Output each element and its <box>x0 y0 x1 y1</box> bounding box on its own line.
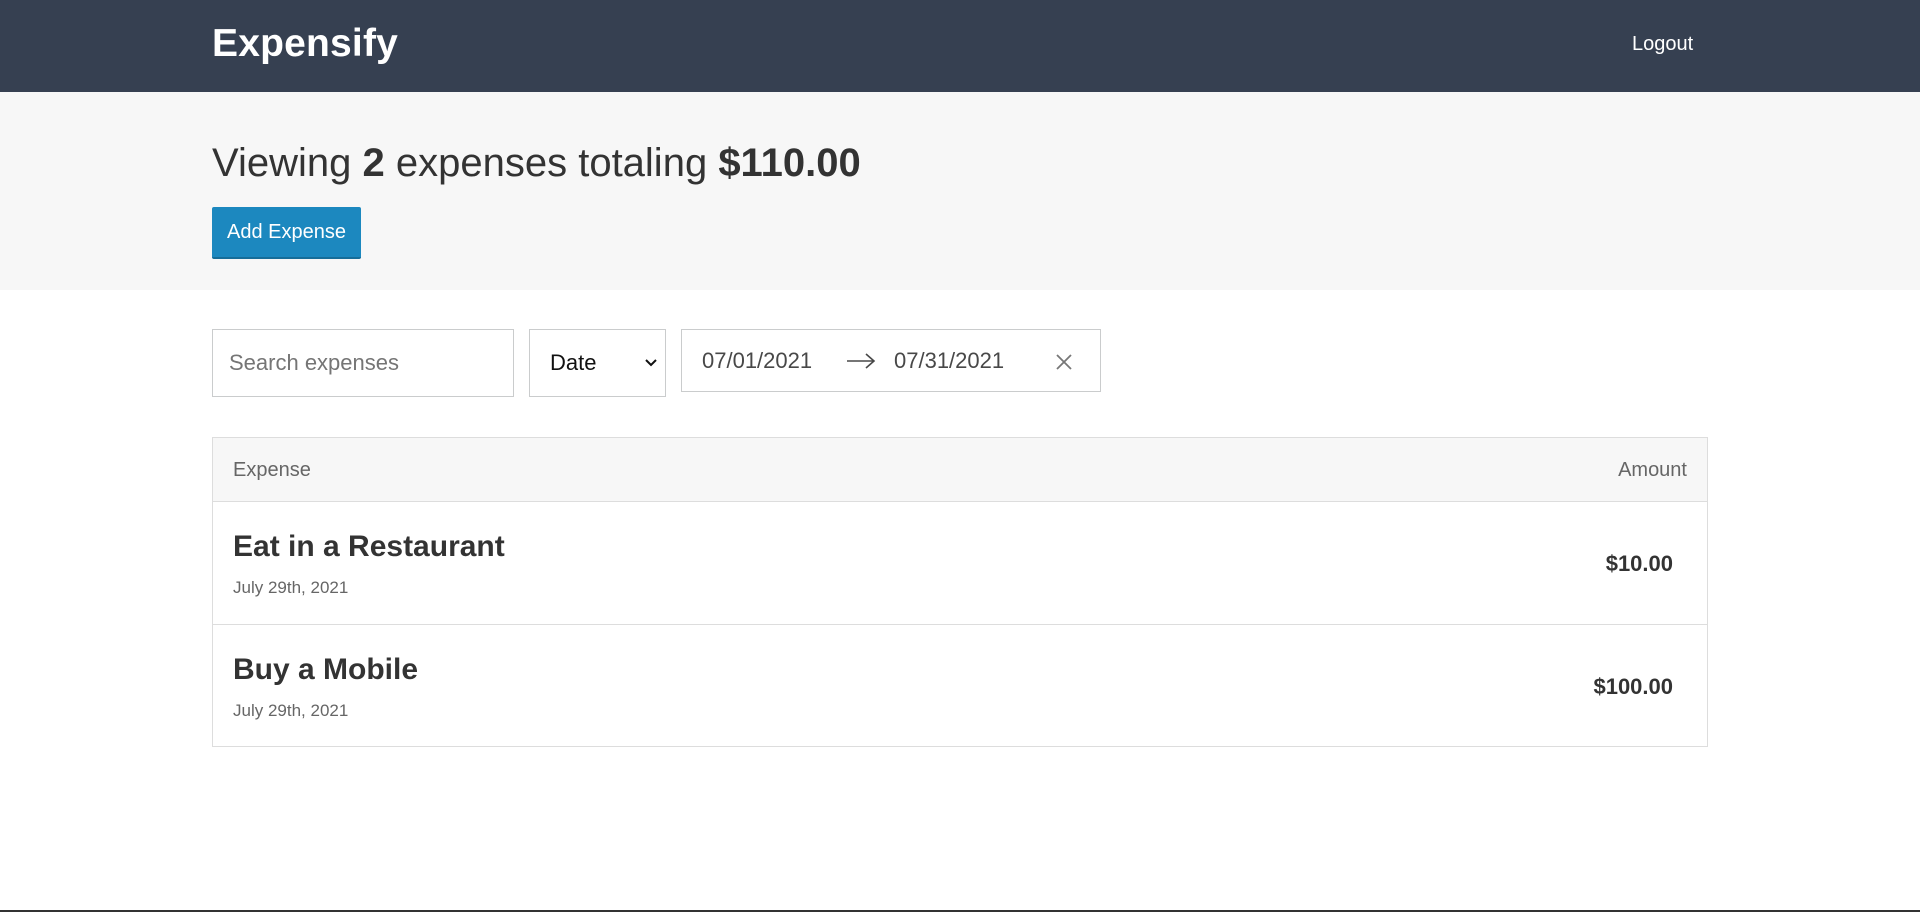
search-input[interactable] <box>212 329 514 397</box>
expenses-summary: Viewing 2 expenses totaling $110.00 Add … <box>0 92 1920 290</box>
amount-column-header: Amount <box>1618 459 1687 481</box>
brand-logo-link[interactable]: Expensify <box>212 22 398 66</box>
summary-title: Viewing 2 expenses totaling $110.00 <box>212 141 861 186</box>
expense-description: Buy a Mobile <box>233 653 419 686</box>
logout-button[interactable]: Logout <box>1632 33 1693 56</box>
summary-middle: expenses totaling <box>395 141 708 185</box>
arrow-right-icon <box>847 353 876 369</box>
expense-date: July 29th, 2021 <box>233 578 349 597</box>
expense-total: $110.00 <box>718 141 861 185</box>
expense-description: Eat in a Restaurant <box>233 530 505 563</box>
expense-date: July 29th, 2021 <box>233 701 349 720</box>
start-date-input[interactable]: 07/01/2021 <box>702 348 812 374</box>
expense-column-header: Expense <box>233 459 311 481</box>
list-item[interactable]: Eat in a Restaurant July 29th, 2021 $10.… <box>213 502 1707 625</box>
expense-list: Expense Amount Eat in a Restaurant July … <box>212 437 1708 747</box>
chevron-down-icon <box>645 359 657 367</box>
expense-amount: $10.00 <box>1605 551 1673 576</box>
sort-selected-value: Date <box>550 350 597 375</box>
expense-amount: $100.00 <box>1593 674 1673 699</box>
summary-prefix: Viewing <box>212 141 352 185</box>
app-header: Expensify Logout <box>0 0 1920 92</box>
expense-count: 2 <box>362 141 385 185</box>
end-date-input[interactable]: 07/31/2021 <box>894 348 1004 374</box>
list-header: Expense Amount <box>213 438 1707 502</box>
list-item[interactable]: Buy a Mobile July 29th, 2021 $100.00 <box>213 625 1707 746</box>
sort-by-select[interactable]: Date <box>529 329 666 397</box>
date-range-picker: 07/01/2021 07/31/2021 <box>681 329 1101 392</box>
close-icon[interactable] <box>1053 351 1075 373</box>
add-expense-button[interactable]: Add Expense <box>212 207 361 259</box>
